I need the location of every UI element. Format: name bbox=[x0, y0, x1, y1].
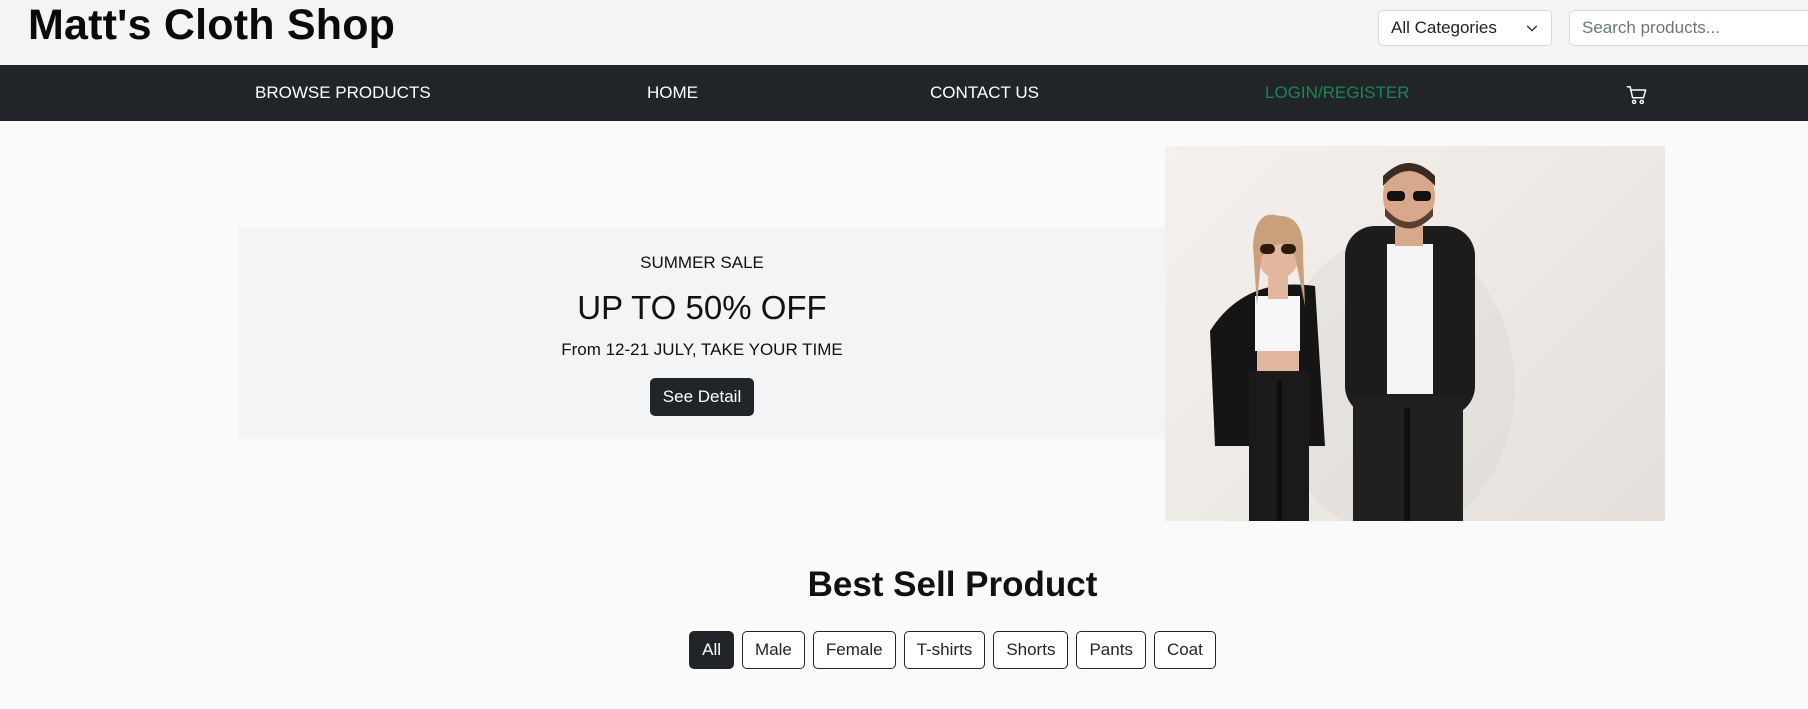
main-nav: BROWSE PRODUCTS HOME CONTACT US LOGIN/RE… bbox=[0, 65, 1808, 121]
category-select[interactable]: All Categories bbox=[1378, 10, 1552, 46]
filter-female[interactable]: Female bbox=[812, 631, 896, 669]
nav-browse-products[interactable]: BROWSE PRODUCTS bbox=[255, 65, 431, 121]
search-input[interactable] bbox=[1569, 10, 1808, 46]
filter-pants[interactable]: Pants bbox=[1076, 631, 1146, 669]
best-sell-title: Best Sell Product bbox=[807, 565, 1098, 604]
chevron-down-icon bbox=[1526, 25, 1538, 32]
site-logo[interactable]: Matt's Cloth Shop bbox=[28, 0, 395, 50]
models-illustration bbox=[1210, 163, 1515, 521]
filter-male[interactable]: Male bbox=[742, 631, 805, 669]
promo-headline: UP TO 50% OFF bbox=[577, 289, 827, 326]
filter-t-shirts[interactable]: T-shirts bbox=[903, 631, 986, 669]
man-figure bbox=[1345, 163, 1475, 521]
nav-login-register[interactable]: LOGIN/REGISTER bbox=[1265, 65, 1410, 121]
nav-contact-us[interactable]: CONTACT US bbox=[930, 65, 1039, 121]
top-header: Matt's Cloth Shop All Categories bbox=[0, 0, 1808, 65]
woman-figure bbox=[1210, 214, 1325, 521]
filter-shorts[interactable]: Shorts bbox=[993, 631, 1069, 669]
category-select-value: All Categories bbox=[1391, 18, 1497, 37]
cart-icon[interactable] bbox=[1626, 84, 1648, 106]
see-detail-button[interactable]: See Detail bbox=[650, 378, 754, 416]
filter-coat[interactable]: Coat bbox=[1153, 631, 1216, 669]
promo-banner: SUMMER SALE UP TO 50% OFF From 12-21 JUL… bbox=[238, 227, 1166, 439]
product-filter-bar: All Male Female T-shirts Shorts Pants Co… bbox=[0, 631, 1808, 669]
promo-subtext: From 12-21 JULY, TAKE YOUR TIME bbox=[561, 340, 843, 359]
promo-eyebrow: SUMMER SALE bbox=[640, 253, 764, 272]
hero-image bbox=[1165, 146, 1665, 521]
filter-all[interactable]: All bbox=[689, 631, 735, 669]
nav-home[interactable]: HOME bbox=[647, 65, 698, 121]
